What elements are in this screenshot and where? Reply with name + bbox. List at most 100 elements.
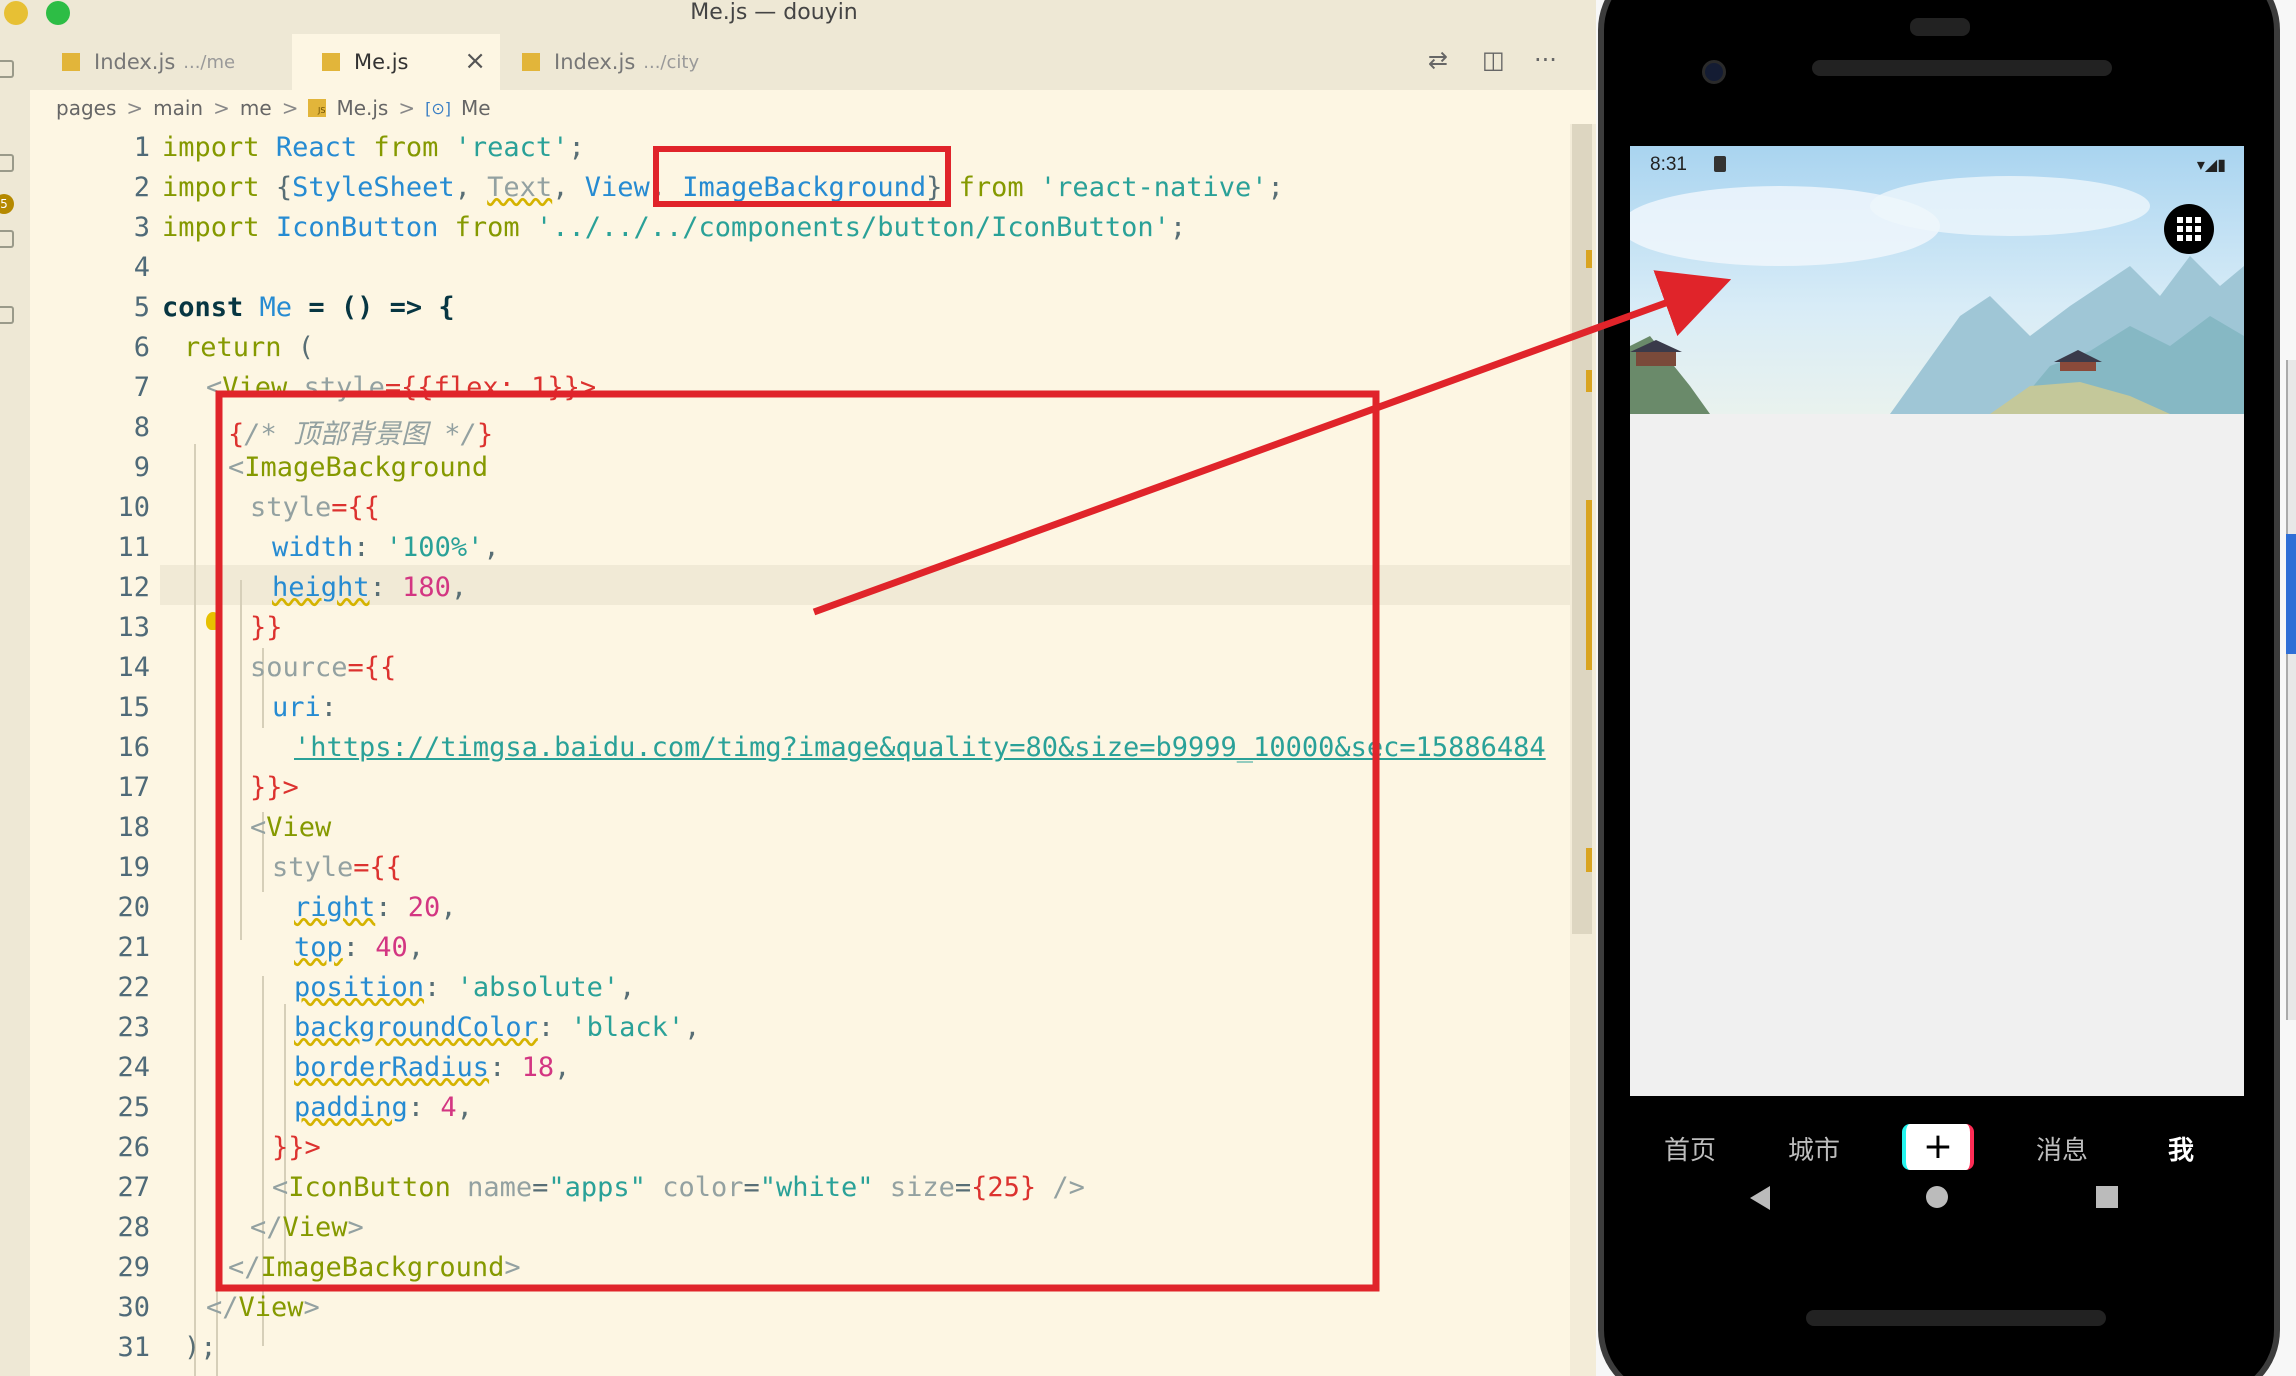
indent-guide xyxy=(262,976,264,1346)
code-line-19: style={{ xyxy=(272,852,403,883)
split-editor-icon[interactable]: ◫ xyxy=(1482,46,1505,74)
js-file-icon xyxy=(322,53,340,71)
apps-icon xyxy=(2177,217,2201,241)
window-title: Me.js — douyin xyxy=(690,0,858,25)
code-line-20: right: 20, xyxy=(294,892,457,923)
apps-button[interactable] xyxy=(2164,204,2214,254)
code-line-27: <IconButton name="apps" color="white" si… xyxy=(272,1172,1085,1203)
back-nav-icon[interactable] xyxy=(1750,1186,1770,1210)
signal-battery-icon: ▾◢▮ xyxy=(2196,155,2226,174)
code-line-10: style={{ xyxy=(250,492,381,523)
app-tab-bar: 首页 城市 + 消息 我 xyxy=(1630,1096,2244,1200)
code-line-11: width: '100%', xyxy=(272,532,500,563)
tab-label: Index.js xyxy=(554,50,636,74)
code-line-1: import React from 'react'; xyxy=(162,132,585,163)
code-line-3: import IconButton from '../../../compone… xyxy=(162,212,1187,243)
tab-me[interactable]: 我 xyxy=(2168,1130,2194,1167)
search-icon[interactable] xyxy=(0,154,14,172)
code-line-21: top: 40, xyxy=(294,932,425,963)
line-number: 20 xyxy=(117,892,150,923)
code-line-5: const Me = () => { xyxy=(162,292,455,323)
line-number: 31 xyxy=(117,1332,150,1363)
activity-bar: 5 xyxy=(0,34,30,1376)
tab-home[interactable]: 首页 xyxy=(1664,1130,1716,1167)
line-number: 16 xyxy=(117,732,150,763)
line-number: 21 xyxy=(117,932,150,963)
indent-guide xyxy=(240,580,242,940)
plus-icon: + xyxy=(1922,1126,1954,1167)
breadcrumb-separator: > xyxy=(213,96,230,120)
breadcrumb-separator: > xyxy=(281,96,299,120)
breadcrumb-me[interactable]: me xyxy=(240,96,272,120)
line-number: 3 xyxy=(133,212,150,243)
home-nav-icon[interactable] xyxy=(1926,1186,1948,1208)
code-line-28: </View> xyxy=(250,1212,364,1243)
publish-button[interactable]: + xyxy=(1902,1124,1974,1170)
code-line-7: <View style={{flex: 1}}> xyxy=(206,372,597,403)
debug-icon[interactable] xyxy=(0,230,14,248)
explorer-icon[interactable] xyxy=(0,60,14,78)
code-line-9: <ImageBackground xyxy=(228,452,489,483)
line-number: 11 xyxy=(117,532,150,563)
tab-label: Me.js xyxy=(354,50,409,74)
line-number: 23 xyxy=(117,1012,150,1043)
js-file-icon xyxy=(522,53,540,71)
more-actions-icon[interactable]: ··· xyxy=(1534,46,1557,74)
tab-messages[interactable]: 消息 xyxy=(2036,1130,2088,1167)
code-line-14: source={{ xyxy=(250,652,397,683)
code-line-30: </View> xyxy=(206,1292,320,1323)
breadcrumb-symbol[interactable]: Me xyxy=(461,96,491,120)
code-line-23: backgroundColor: 'black', xyxy=(294,1012,701,1043)
phone-bottom-speaker xyxy=(1806,1310,2106,1326)
line-number: 15 xyxy=(117,692,150,723)
status-time: 8:31 xyxy=(1650,154,1687,175)
line-number: 13 xyxy=(117,612,150,643)
close-icon[interactable]: × xyxy=(464,46,486,76)
code-line-26: }}> xyxy=(272,1132,321,1163)
lightbulb-icon[interactable] xyxy=(206,612,220,630)
tab-label: Index.js xyxy=(94,50,176,74)
line-number: 22 xyxy=(117,972,150,1003)
line-number: 8 xyxy=(133,412,150,443)
line-number: 28 xyxy=(117,1212,150,1243)
tab-city[interactable]: 城市 xyxy=(1788,1130,1840,1167)
code-line-18: <View xyxy=(250,812,332,843)
line-number: 4 xyxy=(133,252,150,283)
line-number: 14 xyxy=(117,652,150,683)
recents-nav-icon[interactable] xyxy=(2096,1186,2118,1208)
line-number: 30 xyxy=(117,1292,150,1323)
code-line-6: return ( xyxy=(184,332,315,363)
code-line-13: }} xyxy=(250,612,283,643)
phone-speaker xyxy=(1812,60,2112,76)
breadcrumb-pages[interactable]: pages xyxy=(56,96,116,120)
line-number: 29 xyxy=(117,1252,150,1283)
breadcrumb: pages > main > me > JS Me.js > [⊙] Me xyxy=(56,92,491,124)
front-camera xyxy=(1702,60,1726,84)
header-background-image xyxy=(1630,146,2244,414)
code-line-25: padding: 4, xyxy=(294,1092,473,1123)
tab-index-me[interactable]: Index.js .../me xyxy=(46,34,296,90)
side-accent xyxy=(2286,534,2296,654)
js-file-icon: JS xyxy=(308,99,327,117)
overview-ruler-mark xyxy=(1586,370,1592,392)
phone-screen: 8:31 ▾◢▮ xyxy=(1630,146,2244,1096)
code-area[interactable]: 1 2 3 4 5 6 7 8 9 10 11 12 13 14 15 16 17 18 19 20 21 22 23 24 2… xyxy=(30,124,1596,1376)
code-line-16: 'https://timgsa.baidu.com/timg?image&qua… xyxy=(294,732,1546,763)
breadcrumb-main[interactable]: main xyxy=(153,96,203,120)
extensions-icon[interactable] xyxy=(0,306,14,324)
line-number: 2 xyxy=(133,172,150,203)
tab-index-city[interactable]: Index.js .../city xyxy=(500,34,750,90)
symbol-icon: [⊙] xyxy=(425,98,452,118)
tab-me-js[interactable]: Me.js × xyxy=(292,34,500,90)
breadcrumb-file[interactable]: Me.js xyxy=(336,96,388,120)
line-number: 10 xyxy=(117,492,150,523)
code-line-17: }}> xyxy=(250,772,299,803)
code-line-31: ); xyxy=(184,1332,217,1363)
overview-ruler-mark xyxy=(1586,848,1592,872)
tab-path: .../me xyxy=(183,51,236,73)
compare-changes-icon[interactable]: ⇄ xyxy=(1428,46,1448,74)
sim-icon xyxy=(1714,156,1726,172)
code-line-22: position: 'absolute', xyxy=(294,972,636,1003)
line-number: 19 xyxy=(117,852,150,883)
overview-ruler-mark xyxy=(1586,250,1592,268)
